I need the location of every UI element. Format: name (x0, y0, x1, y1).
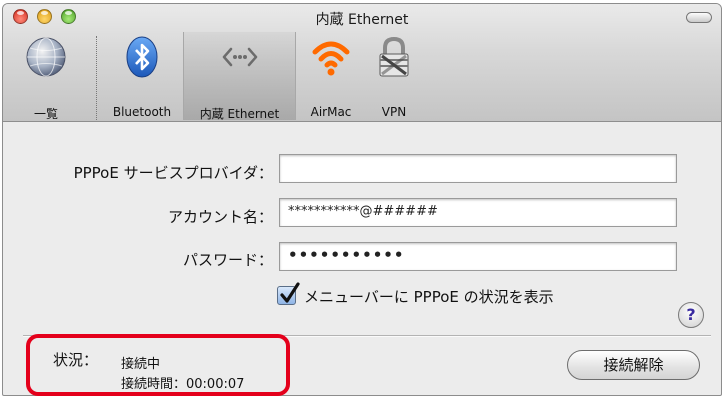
password-label: パスワード： (182, 251, 273, 269)
lock-icon (379, 36, 409, 77)
provider-field[interactable] (279, 154, 677, 183)
toolbar-label-ethernet: 内蔵 Ethernet (199, 107, 280, 121)
ethernet-icon (222, 47, 257, 67)
help-button[interactable]: ? (678, 302, 704, 328)
bluetooth-icon (126, 36, 158, 78)
toolbar-label-bluetooth: Bluetooth (112, 105, 172, 119)
title-bar[interactable]: 内蔵 Ethernet (3, 4, 721, 30)
toolbar-item-show-all[interactable]: 一覧 (3, 32, 89, 121)
window-chrome: 内蔵 Ethernet 一覧 Bluetooth 内蔵 Ethernet Air… (3, 4, 721, 122)
status-highlight-annotation (26, 334, 290, 396)
toolbar-item-bluetooth[interactable]: Bluetooth (101, 32, 183, 120)
toolbar-item-ethernet[interactable]: 内蔵 Ethernet (183, 32, 296, 121)
toolbar-separator (96, 36, 97, 120)
provider-label: PPPoE サービスプロバイダ： (73, 164, 273, 182)
show-status-checkbox[interactable] (277, 282, 300, 305)
toolbar-label-show-all: 一覧 (33, 107, 58, 121)
toolbar: 一覧 Bluetooth 内蔵 Ethernet AirMac VPN (3, 32, 721, 121)
toolbar-toggle-button[interactable] (686, 12, 712, 23)
password-field[interactable]: ••••••••••• (279, 242, 677, 271)
checkmark-icon (280, 282, 300, 303)
toolbar-label-vpn: VPN (381, 105, 407, 119)
toolbar-item-airmac[interactable]: AirMac (296, 32, 366, 120)
account-label: アカウント名： (167, 208, 273, 226)
disconnect-button[interactable]: 接続解除 (567, 350, 700, 380)
airmac-icon (312, 41, 350, 76)
account-field[interactable]: ***********@###### (279, 198, 677, 227)
window-title: 内蔵 Ethernet (315, 12, 409, 28)
toolbar-item-vpn[interactable]: VPN (366, 32, 422, 120)
show-status-label[interactable]: メニューバーに PPPoE の状況を表示 (304, 286, 554, 307)
toolbar-label-airmac: AirMac (310, 105, 352, 119)
globe-icon (26, 37, 66, 77)
